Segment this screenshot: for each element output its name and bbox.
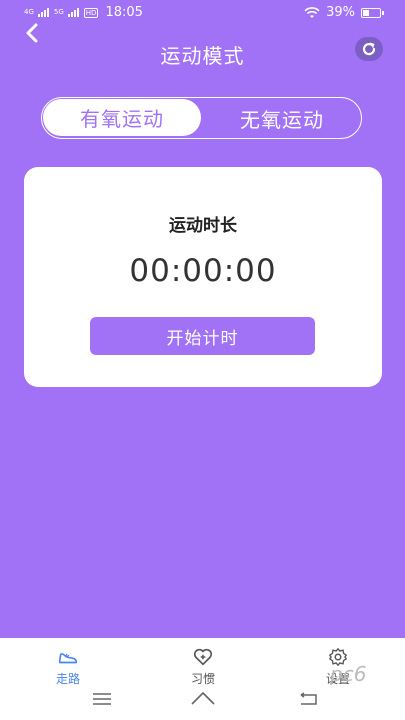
timer-card: 运动时长 00:00:00 开始计时 <box>24 167 382 387</box>
mode-toggle: 有氧运动 无氧运动 <box>41 97 362 139</box>
watermark: pc6 <box>330 662 367 686</box>
timer-card-title: 运动时长 <box>169 216 237 236</box>
battery-icon <box>361 7 384 18</box>
menu-icon[interactable] <box>92 692 112 706</box>
heart-plus-icon <box>193 648 213 666</box>
signal-2-label: 5G <box>53 8 64 16</box>
signal-2-icon <box>67 8 80 17</box>
nav-item-walk[interactable]: 走路 <box>28 646 108 687</box>
status-time: 18:05 <box>105 5 143 20</box>
nav-item-habit[interactable]: 习惯 <box>163 646 243 687</box>
status-left: 4G 5G HD 18:05 <box>24 5 143 20</box>
signal-1-icon <box>37 8 50 17</box>
battery-percent: 39% <box>326 5 355 20</box>
shoe-icon <box>58 653 78 664</box>
page-title: 运动模式 <box>160 44 245 68</box>
signal-1-label: 4G <box>24 8 34 16</box>
status-right: 39% <box>304 5 384 20</box>
refresh-icon[interactable] <box>355 37 383 61</box>
nav-label-walk: 走路 <box>55 672 80 686</box>
tab-anaerobic[interactable]: 无氧运动 <box>202 98 362 138</box>
status-bar: 4G 5G HD 18:05 39% <box>0 0 405 26</box>
nav-label-habit: 习惯 <box>190 672 215 686</box>
home-icon[interactable] <box>190 690 216 706</box>
wifi-icon <box>304 6 320 18</box>
start-timer-button[interactable]: 开始计时 <box>90 317 315 355</box>
timer-display: 00:00:00 <box>129 253 277 289</box>
back-nav-icon[interactable] <box>298 692 318 706</box>
hd-badge: HD <box>83 7 99 18</box>
tab-aerobic[interactable]: 有氧运动 <box>43 99 201 136</box>
